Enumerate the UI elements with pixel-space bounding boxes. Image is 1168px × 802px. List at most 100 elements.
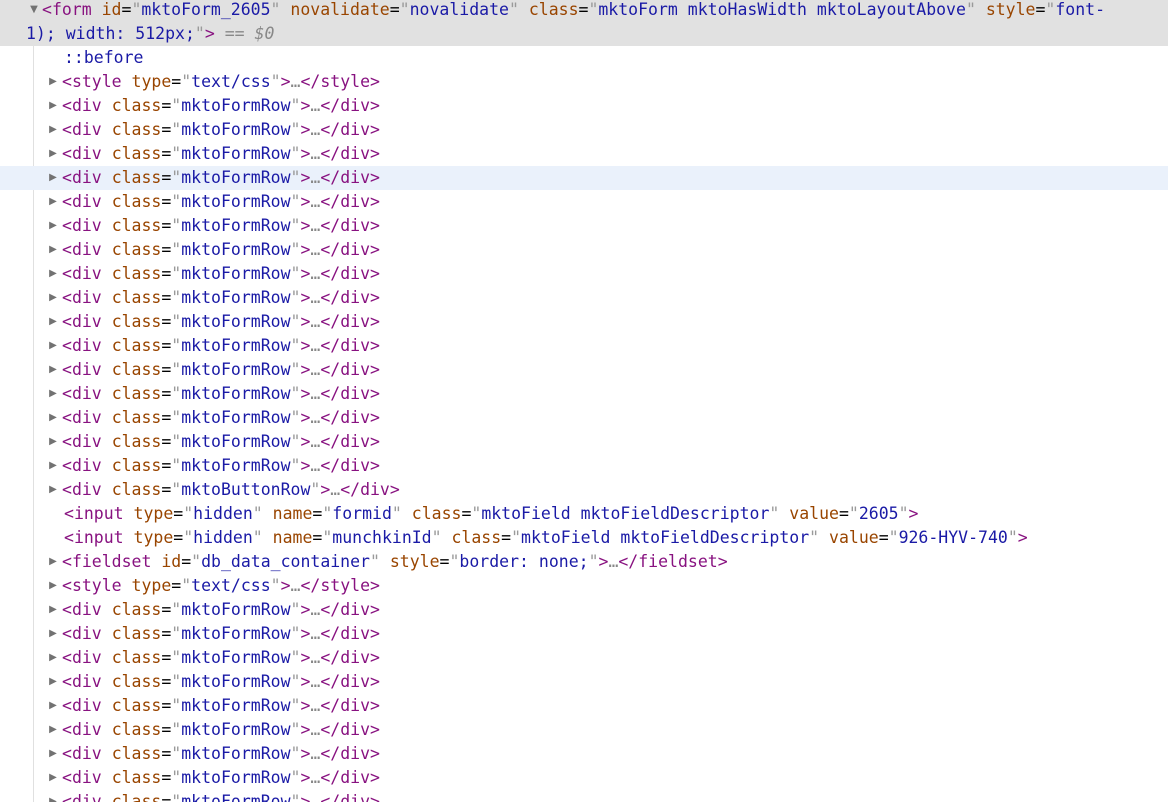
form-row-node[interactable]: ▶ <div class="mktoFormRow">…</div> bbox=[0, 358, 1168, 382]
form-row-node[interactable]: ▶ <div class="mktoFormRow">…</div> bbox=[0, 190, 1168, 214]
expand-triangle-icon[interactable]: ▶ bbox=[47, 430, 59, 454]
expand-triangle-icon[interactable]: ▶ bbox=[47, 214, 59, 238]
expand-triangle-icon[interactable]: ▶ bbox=[47, 310, 59, 334]
expand-triangle-icon[interactable]: ▶ bbox=[47, 790, 59, 802]
expand-triangle-icon[interactable]: ▶ bbox=[47, 190, 59, 214]
open-bracket: < bbox=[62, 720, 72, 739]
collapsed-ellipsis: … bbox=[310, 144, 321, 163]
attribute-equals: = bbox=[161, 696, 172, 715]
expand-triangle-icon[interactable]: ▶ bbox=[47, 70, 59, 94]
button-row-node[interactable]: ▶ <div class="mktoButtonRow">…</div> bbox=[0, 478, 1168, 502]
form-row-node[interactable]: ▶ <div class="mktoFormRow">…</div> bbox=[0, 94, 1168, 118]
closing-tag-close: > bbox=[370, 768, 380, 787]
fieldset-node[interactable]: ▶ <fieldset id="db_data_container" style=… bbox=[0, 550, 1168, 574]
form-row-node[interactable]: ▶ <div class="mktoFormRow">…</div> bbox=[0, 742, 1168, 766]
expand-triangle-icon[interactable]: ▶ bbox=[47, 262, 59, 286]
expand-triangle-icon[interactable]: ▶ bbox=[47, 334, 59, 358]
form-row-node[interactable]: ▶ <div class="mktoFormRow">…</div> bbox=[0, 310, 1168, 334]
form-row-node[interactable]: ▶ <div class="mktoFormRow">…</div> bbox=[0, 382, 1168, 406]
form-row-node[interactable]: ▶ <div class="mktoFormRow">…</div> bbox=[0, 406, 1168, 430]
close-bracket: > bbox=[300, 792, 311, 802]
expand-triangle-icon[interactable]: ▶ bbox=[47, 598, 59, 622]
attribute-value: novalidate bbox=[409, 0, 509, 19]
tag-name: div bbox=[71, 696, 102, 715]
closing-tag-open: </ bbox=[340, 480, 361, 499]
expand-triangle-icon[interactable]: ▶ bbox=[47, 622, 59, 646]
expand-triangle-icon[interactable]: ▶ bbox=[47, 694, 59, 718]
form-row-node[interactable]: ▶ <div class="mktoFormRow">…</div> bbox=[0, 718, 1168, 742]
expand-triangle-icon[interactable]: ▶ bbox=[47, 742, 59, 766]
expand-triangle-icon[interactable]: ▶ bbox=[47, 382, 59, 406]
closing-tag-close: > bbox=[370, 576, 380, 595]
form-row-node[interactable]: ▶ <div class="mktoFormRow">…</div> bbox=[0, 334, 1168, 358]
hidden-input-node[interactable]: <input type="hidden" name="munchkinId" c… bbox=[0, 526, 1168, 550]
form-row-node[interactable]: ▶ <div class="mktoFormRow">…</div> bbox=[0, 238, 1168, 262]
closing-tag-open: </ bbox=[320, 792, 341, 802]
expand-triangle-icon[interactable]: ▶ bbox=[47, 670, 59, 694]
form-row-node[interactable]: ▶ <div class="mktoFormRow">…</div> bbox=[0, 166, 1168, 190]
expand-triangle-icon[interactable]: ▶ bbox=[47, 766, 59, 790]
expand-triangle-icon[interactable]: ▶ bbox=[47, 550, 59, 574]
form-node[interactable]: ▼ <form id="mktoForm_2605" novalidate="no… bbox=[0, 0, 1168, 22]
expand-triangle-icon[interactable]: ▶ bbox=[47, 94, 59, 118]
attribute-equals: = bbox=[161, 192, 172, 211]
attribute-name: type bbox=[131, 576, 172, 595]
closing-tag-name: div bbox=[340, 264, 371, 283]
expand-triangle-icon[interactable]: ▶ bbox=[47, 286, 59, 310]
expand-triangle-icon[interactable]: ▶ bbox=[47, 574, 59, 598]
expand-triangle-icon[interactable]: ▶ bbox=[47, 718, 59, 742]
attribute-quote: " bbox=[290, 456, 301, 475]
open-bracket: < bbox=[62, 240, 72, 259]
attribute-quote: " bbox=[194, 24, 205, 43]
style-node[interactable]: ▶ <style type="text/css">…</style> bbox=[0, 70, 1168, 94]
form-row-node[interactable]: ▶ <div class="mktoFormRow">…</div> bbox=[0, 214, 1168, 238]
expand-triangle-icon[interactable]: ▶ bbox=[47, 142, 59, 166]
form-row-node[interactable]: ▶ <div class="mktoFormRow">…</div> bbox=[0, 142, 1168, 166]
hidden-input-node[interactable]: <input type="hidden" name="formid" class… bbox=[0, 502, 1168, 526]
selected-element-marker: == $0 bbox=[224, 24, 275, 43]
collapse-triangle-icon[interactable]: ▼ bbox=[28, 0, 40, 22]
open-bracket: < bbox=[62, 216, 72, 235]
form-row-node[interactable]: ▶ <div class="mktoFormRow">…</div> bbox=[0, 118, 1168, 142]
attribute-quote: " bbox=[171, 240, 182, 259]
form-row-node[interactable]: ▶ <div class="mktoFormRow">…</div> bbox=[0, 430, 1168, 454]
expand-triangle-icon[interactable]: ▶ bbox=[47, 358, 59, 382]
node-markup: <style type="text/css">…</style> bbox=[62, 574, 380, 598]
expand-triangle-icon[interactable]: ▶ bbox=[47, 166, 59, 190]
attribute-name: class bbox=[528, 0, 579, 19]
attribute-equals: = bbox=[161, 264, 172, 283]
expand-triangle-icon[interactable]: ▶ bbox=[47, 478, 59, 502]
style-node[interactable]: ▶ <style type="text/css">…</style> bbox=[0, 574, 1168, 598]
closing-tag-close: > bbox=[370, 288, 380, 307]
collapsed-ellipsis: … bbox=[310, 720, 321, 739]
form-row-node[interactable]: ▶ <div class="mktoFormRow">…</div> bbox=[0, 694, 1168, 718]
form-row-node[interactable]: ▶ <div class="mktoFormRow">…</div> bbox=[0, 622, 1168, 646]
form-node-continued[interactable]: 1); width: 512px;"> == $0 bbox=[0, 22, 1168, 46]
close-bracket: > bbox=[204, 24, 215, 43]
form-row-node[interactable]: ▶ <div class="mktoFormRow">…</div> bbox=[0, 286, 1168, 310]
expand-triangle-icon[interactable]: ▶ bbox=[47, 406, 59, 430]
closing-tag-close: > bbox=[370, 96, 380, 115]
expand-triangle-icon[interactable]: ▶ bbox=[47, 646, 59, 670]
expand-triangle-icon[interactable]: ▶ bbox=[47, 118, 59, 142]
collapsed-ellipsis: … bbox=[310, 240, 321, 259]
attribute-quote: " bbox=[290, 168, 301, 187]
expand-triangle-icon[interactable]: ▶ bbox=[47, 454, 59, 478]
node-markup: <div class="mktoFormRow">…</div> bbox=[62, 382, 380, 406]
node-markup: <div class="mktoFormRow">…</div> bbox=[62, 670, 380, 694]
form-row-node[interactable]: ▶ <div class="mktoFormRow">…</div> bbox=[0, 598, 1168, 622]
attribute-equals: = bbox=[161, 288, 172, 307]
attribute-equals: = bbox=[161, 768, 172, 787]
form-row-node[interactable]: ▶ <div class="mktoFormRow">…</div> bbox=[0, 646, 1168, 670]
form-row-node[interactable]: ▶ <div class="mktoFormRow">…</div> bbox=[0, 262, 1168, 286]
expand-triangle-icon[interactable]: ▶ bbox=[47, 238, 59, 262]
pseudo-before-node[interactable]: ::before bbox=[0, 46, 1168, 70]
attribute-quote: " bbox=[848, 504, 859, 523]
form-row-node[interactable]: ▶ <div class="mktoFormRow">…</div> bbox=[0, 790, 1168, 802]
form-row-node[interactable]: ▶ <div class="mktoFormRow">…</div> bbox=[0, 766, 1168, 790]
node-markup: <div class="mktoFormRow">…</div> bbox=[62, 286, 380, 310]
form-row-node[interactable]: ▶ <div class="mktoFormRow">…</div> bbox=[0, 670, 1168, 694]
attribute-value: mktoFormRow bbox=[181, 456, 291, 475]
form-row-node[interactable]: ▶ <div class="mktoFormRow">…</div> bbox=[0, 454, 1168, 478]
node-markup: <div class="mktoFormRow">…</div> bbox=[62, 214, 380, 238]
